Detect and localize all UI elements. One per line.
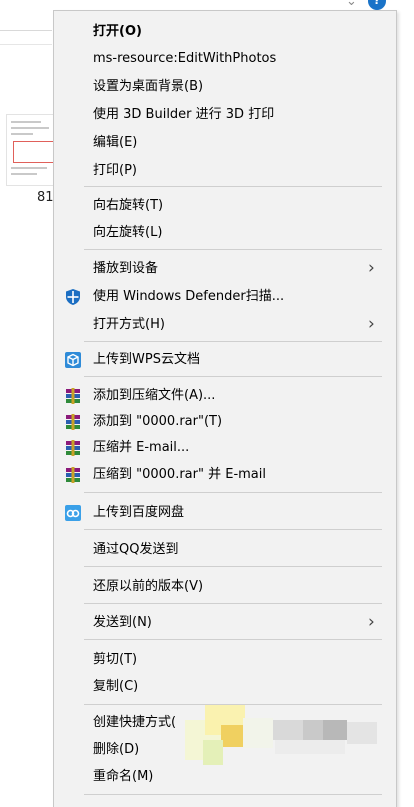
- submenu-arrow-icon: ›: [368, 612, 375, 632]
- divider: [0, 44, 52, 45]
- menu-separator: [84, 376, 382, 377]
- menu-item-defender-scan[interactable]: 使用 Windows Defender扫描...: [54, 284, 396, 309]
- menu-item-add-to-archive[interactable]: 添加到压缩文件(A)...: [54, 383, 396, 408]
- obscured-region: [185, 700, 395, 775]
- file-name-label[interactable]: 81: [37, 190, 54, 205]
- menu-separator: [84, 186, 382, 187]
- winrar-archive-icon: [64, 387, 82, 405]
- chevron-down-icon[interactable]: ⌄: [346, 0, 357, 9]
- menu-item-label: 设置为桌面背景(B): [93, 79, 204, 94]
- menu-item-send-via-qq[interactable]: 通过QQ发送到: [54, 537, 396, 562]
- menu-item-send-to[interactable]: 发送到(N) ›: [54, 610, 396, 635]
- windows-defender-shield-icon: [64, 288, 82, 306]
- divider: [0, 30, 52, 31]
- menu-separator: [84, 794, 382, 795]
- menu-item-print[interactable]: 打印(P): [54, 158, 396, 183]
- menu-separator: [84, 341, 382, 342]
- menu-item-label: 通过QQ发送到: [93, 542, 179, 557]
- menu-item-edit[interactable]: 编辑(E): [54, 130, 396, 155]
- file-thumbnail[interactable]: [6, 114, 58, 186]
- menu-item-compress-email[interactable]: 压缩并 E-mail...: [54, 435, 396, 460]
- menu-separator: [84, 529, 382, 530]
- menu-separator: [84, 492, 382, 493]
- menu-item-label: 添加到 "0000.rar"(T): [93, 414, 223, 429]
- menu-item-label: 压缩并 E-mail...: [93, 440, 190, 455]
- menu-separator: [84, 249, 382, 250]
- context-menu: 打开(O) ms-resource:EditWithPhotos 设置为桌面背景…: [53, 10, 397, 807]
- menu-item-copy[interactable]: 复制(C): [54, 674, 396, 699]
- menu-item-add-to-rar[interactable]: 添加到 "0000.rar"(T): [54, 409, 396, 434]
- menu-item-label: 打印(P): [93, 163, 137, 178]
- winrar-archive-icon: [64, 439, 82, 457]
- menu-item-label: 发送到(N): [93, 615, 152, 630]
- menu-item-label: 打开方式(H): [93, 317, 165, 332]
- menu-item-label: 重命名(M): [93, 769, 154, 784]
- menu-item-compress-rar-email[interactable]: 压缩到 "0000.rar" 并 E-mail: [54, 462, 396, 487]
- menu-item-label: 添加到压缩文件(A)...: [93, 388, 216, 403]
- menu-item-label: 打开(O): [93, 24, 142, 39]
- menu-item-label: 压缩到 "0000.rar" 并 E-mail: [93, 467, 266, 482]
- menu-item-label: 向左旋转(L): [93, 225, 163, 240]
- menu-item-label: 复制(C): [93, 679, 139, 694]
- menu-item-label: ms-resource:EditWithPhotos: [93, 51, 277, 66]
- menu-item-rotate-left[interactable]: 向左旋转(L): [54, 220, 396, 245]
- menu-separator: [84, 639, 382, 640]
- menu-item-open[interactable]: 打开(O): [54, 19, 396, 44]
- menu-item-rotate-right[interactable]: 向右旋转(T): [54, 193, 396, 218]
- menu-item-edit-with-photos[interactable]: ms-resource:EditWithPhotos: [54, 46, 396, 71]
- menu-item-label: 上传到百度网盘: [93, 505, 185, 520]
- menu-separator: [84, 603, 382, 604]
- wps-cloud-icon: [64, 351, 82, 369]
- menu-item-label: 上传到WPS云文档: [93, 352, 200, 367]
- menu-item-restore-versions[interactable]: 还原以前的版本(V): [54, 574, 396, 599]
- menu-item-label: 删除(D): [93, 742, 140, 757]
- submenu-arrow-icon: ›: [368, 258, 375, 278]
- menu-item-label: 还原以前的版本(V): [93, 579, 204, 594]
- menu-item-upload-wps[interactable]: 上传到WPS云文档: [54, 347, 396, 372]
- menu-item-label: 播放到设备: [93, 261, 159, 276]
- menu-item-label: 创建快捷方式(: [93, 715, 177, 730]
- menu-item-upload-baidu[interactable]: 上传到百度网盘: [54, 500, 396, 525]
- menu-item-label: 向右旋转(T): [93, 198, 164, 213]
- menu-separator: [84, 566, 382, 567]
- winrar-archive-icon: [64, 466, 82, 484]
- menu-item-cut[interactable]: 剪切(T): [54, 647, 396, 672]
- winrar-archive-icon: [64, 413, 82, 431]
- menu-item-set-desktop-background[interactable]: 设置为桌面背景(B): [54, 74, 396, 99]
- baidu-netdisk-icon: [64, 504, 82, 522]
- menu-item-label: 使用 Windows Defender扫描...: [93, 289, 285, 304]
- menu-item-label: 使用 3D Builder 进行 3D 打印: [93, 107, 275, 122]
- menu-item-open-with[interactable]: 打开方式(H) ›: [54, 312, 396, 337]
- menu-item-label: 编辑(E): [93, 135, 138, 150]
- menu-item-label: 剪切(T): [93, 652, 138, 667]
- submenu-arrow-icon: ›: [368, 314, 375, 334]
- menu-item-cast-to-device[interactable]: 播放到设备 ›: [54, 256, 396, 281]
- menu-item-3d-print[interactable]: 使用 3D Builder 进行 3D 打印: [54, 102, 396, 127]
